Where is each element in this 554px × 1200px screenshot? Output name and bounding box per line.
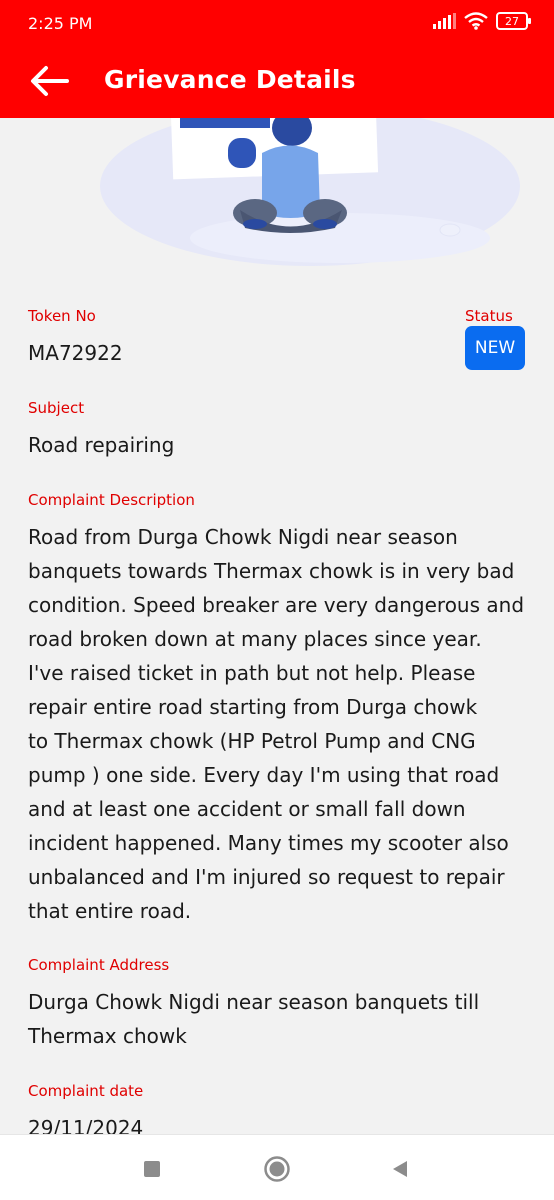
description-label: Complaint Description [28, 491, 195, 509]
page-title: Grievance Details [104, 65, 356, 94]
subject-label: Subject [28, 399, 85, 417]
home-button[interactable] [263, 1155, 291, 1183]
battery-level: 27 [505, 14, 519, 28]
status-bar: 2:25 PM 27 [0, 0, 554, 48]
status-value: NEW [474, 338, 516, 358]
status-label: Status [465, 307, 513, 325]
wifi-icon [464, 12, 488, 30]
square-recents-icon [144, 1161, 160, 1177]
status-badge: NEW [465, 326, 525, 370]
date-label: Complaint date [28, 1082, 144, 1100]
status-time: 2:25 PM [28, 14, 93, 33]
recents-button[interactable] [138, 1155, 166, 1183]
circle-home-icon [264, 1156, 290, 1182]
back-button[interactable] [26, 61, 72, 101]
description-value: Road from Durga Chowk Nigdi near season … [28, 525, 525, 923]
token-value: MA72922 [28, 341, 123, 365]
address-value: Durga Chowk Nigdi near season banquets t… [28, 990, 480, 1048]
hero-illustration [0, 118, 554, 283]
system-nav-bar [0, 1134, 554, 1200]
battery-icon: 27 [496, 12, 531, 30]
arrow-left-icon [31, 66, 69, 96]
person-sitting-illustration [100, 118, 520, 266]
address-label: Complaint Address [28, 956, 170, 974]
token-label: Token No [28, 307, 96, 325]
status-icons: 27 [432, 12, 531, 30]
signal-icon [433, 13, 456, 29]
triangle-back-icon [393, 1161, 407, 1177]
nav-back-button[interactable] [386, 1155, 414, 1183]
subject-value: Road repairing [28, 433, 175, 457]
app-bar: Grievance Details [0, 48, 554, 118]
